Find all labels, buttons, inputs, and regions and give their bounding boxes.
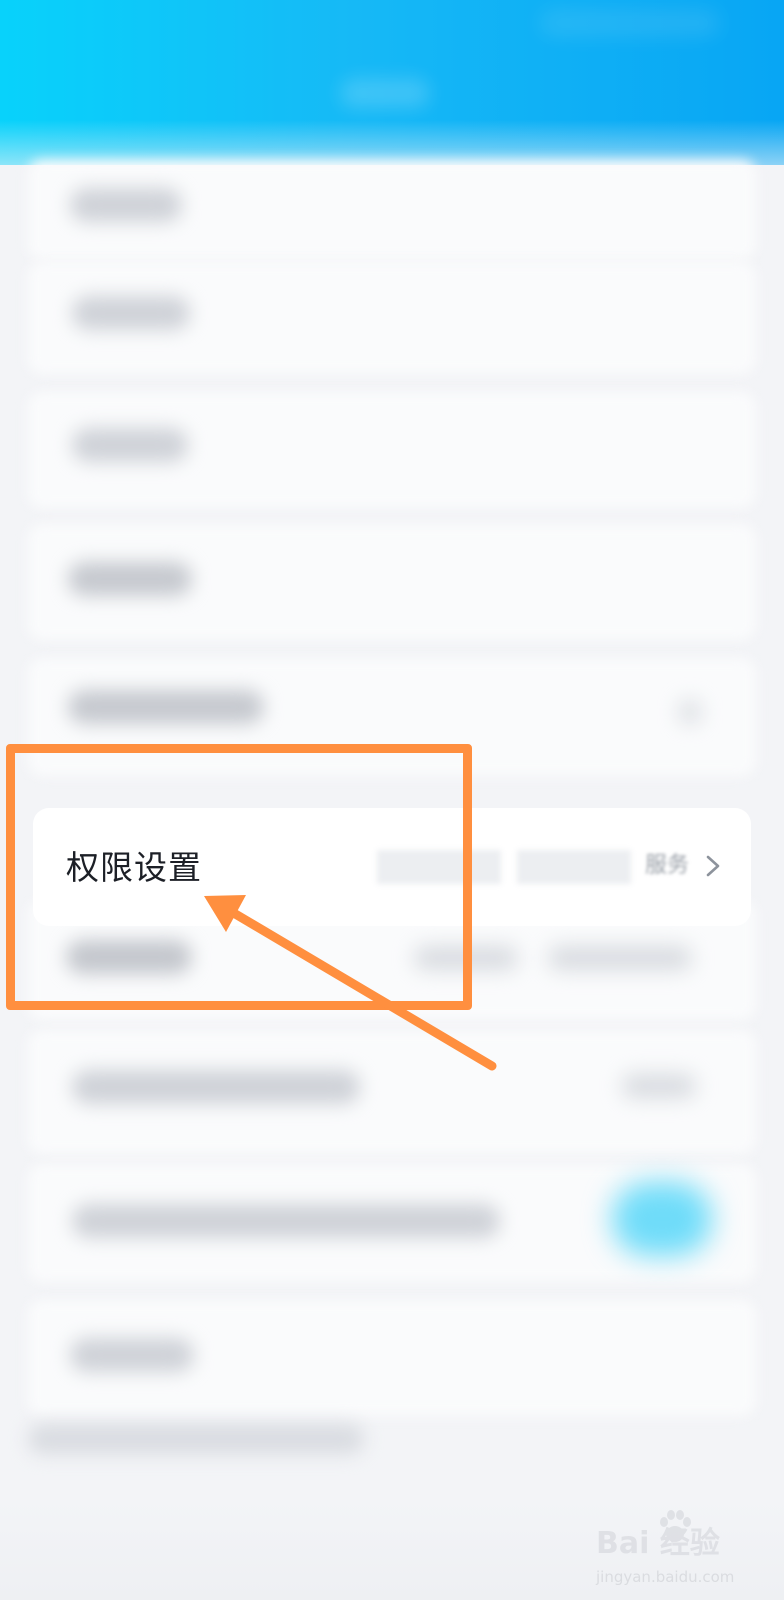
settings-row-chevron-blurred	[680, 700, 700, 724]
toggle-switch-blurred[interactable]	[612, 1182, 712, 1256]
settings-row-label-blurred	[72, 1204, 500, 1238]
settings-row-label-blurred	[72, 296, 190, 330]
settings-row-label-blurred	[70, 1338, 194, 1372]
permission-value-redacted	[517, 850, 631, 884]
annotation-highlight-box	[6, 744, 472, 1010]
footer-text-blurred	[28, 1424, 364, 1454]
settings-row-value-blurred	[548, 946, 692, 970]
settings-row-label-blurred	[72, 1070, 360, 1104]
watermark-url: jingyan.baidu.com	[596, 1568, 735, 1586]
chevron-right-icon	[706, 855, 720, 877]
settings-row-label-blurred	[68, 562, 192, 596]
settings-row-label-blurred	[68, 690, 264, 724]
settings-row-label-blurred	[70, 188, 182, 222]
settings-row-value-blurred	[622, 1074, 696, 1098]
permission-value-tail: 服务	[645, 853, 690, 878]
paw-icon	[660, 1510, 691, 1542]
baidu-watermark: Bai 经验 jingyan.baidu.com	[596, 1510, 776, 1594]
app-screen: 权限设置 服务 Bai 经验 jingyan.baidu.com	[0, 0, 784, 1600]
settings-row-label-blurred	[72, 428, 188, 462]
